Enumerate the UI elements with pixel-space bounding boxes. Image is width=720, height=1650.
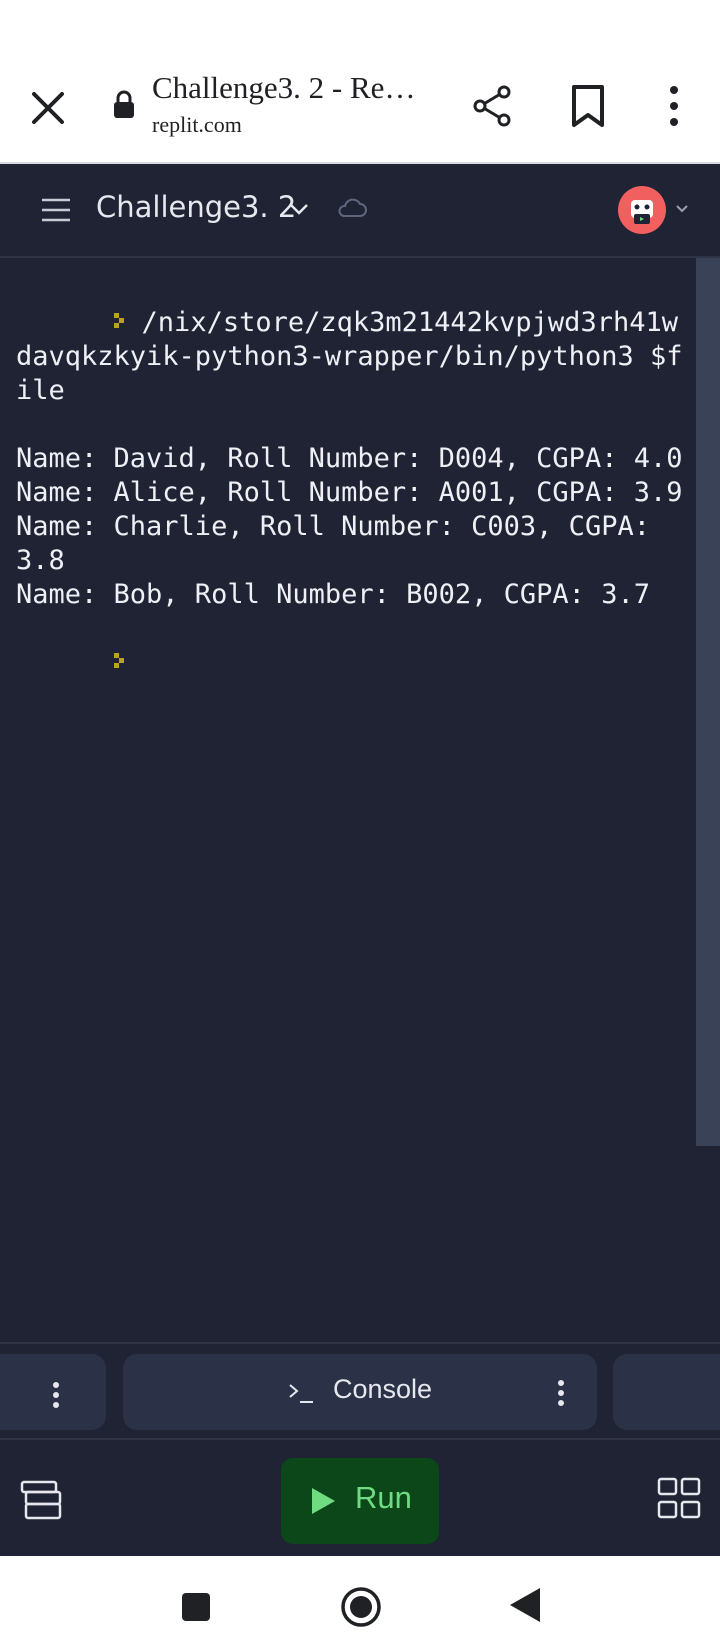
tab-next[interactable]	[613, 1354, 720, 1430]
page-title: Challenge3. 2 - Re…	[152, 70, 416, 105]
repl-header: Challenge3. 2	[0, 164, 720, 258]
more-vert-icon[interactable]	[50, 1380, 62, 1410]
page-url: replit.com	[152, 112, 242, 137]
tab-bar: Console	[0, 1342, 720, 1440]
chevron-down-icon[interactable]	[674, 202, 690, 216]
console-line: Name: Bob, Roll Number: B002, CGPA: 3.7	[16, 579, 650, 610]
terminal-icon	[289, 1384, 313, 1403]
bookmark-icon[interactable]	[570, 84, 606, 128]
console-line: Name: Alice, Roll Number: A001, CGPA: 3.…	[16, 477, 683, 508]
prompt-icon	[113, 653, 124, 668]
repl-name[interactable]: Challenge3. 2	[96, 190, 296, 224]
more-vert-icon[interactable]	[664, 84, 684, 128]
console-output[interactable]: /nix/store/zqk3m21442kvpjwd3rh41wdavqkzk…	[0, 258, 696, 1342]
run-label: Run	[355, 1480, 412, 1515]
menu-icon[interactable]	[40, 196, 72, 224]
more-vert-icon[interactable]	[555, 1378, 567, 1408]
browser-toolbar: Challenge3. 2 - Re… replit.com	[0, 56, 720, 164]
system-nav-bar	[0, 1556, 720, 1650]
database-icon[interactable]	[18, 1478, 62, 1522]
play-icon	[312, 1488, 335, 1514]
avatar[interactable]	[618, 186, 666, 234]
status-bar	[0, 0, 720, 56]
run-button[interactable]: Run	[281, 1458, 439, 1544]
home-icon[interactable]	[340, 1586, 382, 1628]
grid-icon[interactable]	[656, 1476, 702, 1522]
robot-icon	[631, 200, 653, 224]
cloud-icon	[338, 198, 367, 217]
chevron-down-icon[interactable]	[286, 198, 312, 220]
console-prompt	[16, 612, 692, 714]
console-line: /nix/store/zqk3m21442kvpjwd3rh41wdavqkzk…	[16, 307, 683, 406]
close-icon[interactable]	[28, 88, 68, 128]
share-icon[interactable]	[470, 84, 514, 128]
lock-icon	[114, 90, 134, 118]
console-line: Name: David, Roll Number: D004, CGPA: 4.…	[16, 443, 683, 474]
prompt-icon	[113, 313, 124, 328]
console-line: Name: Charlie, Roll Number: C003, CGPA: …	[16, 511, 667, 576]
back-icon[interactable]	[508, 1586, 542, 1624]
recents-icon[interactable]	[181, 1592, 211, 1622]
tab-console-label: Console	[333, 1374, 433, 1404]
console-scrollbar[interactable]	[696, 258, 720, 1146]
tab-console[interactable]: Console	[123, 1354, 597, 1430]
action-bar: Run	[0, 1438, 720, 1558]
tab-previous[interactable]	[0, 1354, 106, 1430]
